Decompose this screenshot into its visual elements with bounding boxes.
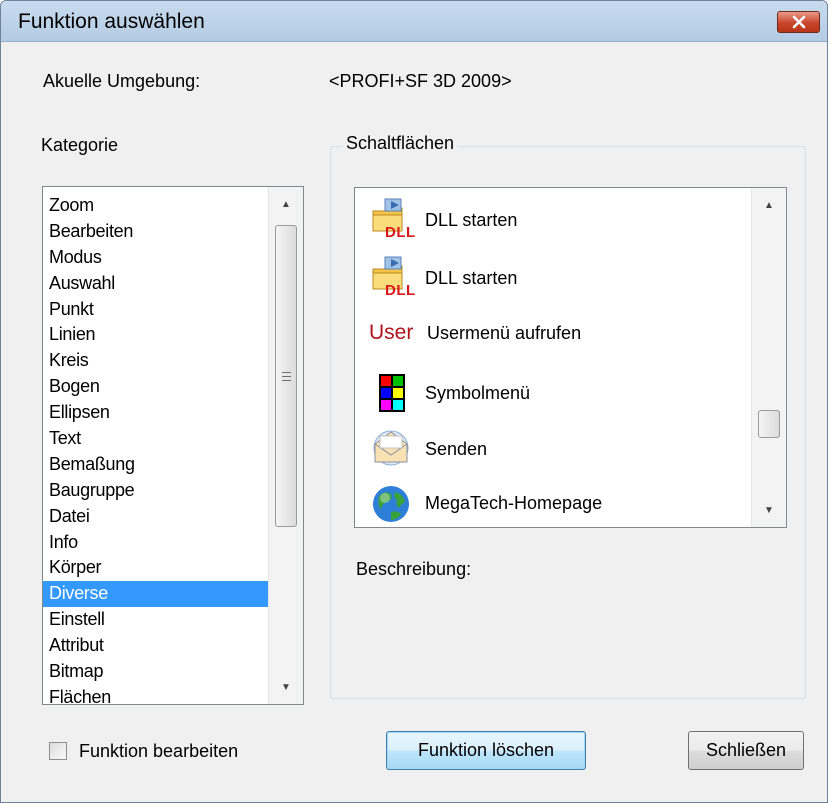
- list-item[interactable]: Auswahl: [43, 271, 269, 297]
- edit-function-checkbox[interactable]: [49, 742, 67, 760]
- list-item[interactable]: Info: [43, 530, 269, 556]
- list-item[interactable]: Einstell: [43, 607, 269, 633]
- list-item[interactable]: Attribut: [43, 633, 269, 659]
- list-item[interactable]: Modus: [43, 245, 269, 271]
- edit-function-label[interactable]: Funktion bearbeiten: [79, 741, 238, 762]
- scroll-down-button[interactable]: ▼: [269, 670, 303, 704]
- button-item-homepage[interactable]: MegaTech-Homepage: [369, 478, 603, 527]
- chevron-up-icon: ▲: [764, 199, 774, 211]
- title-bar[interactable]: Funktion auswählen: [1, 1, 827, 42]
- button-item-label: MegaTech-Homepage: [425, 492, 603, 513]
- chevron-up-icon: ▲: [281, 198, 291, 210]
- buttons-group-label: Schaltflächen: [342, 133, 459, 154]
- buttons-scrollbar[interactable]: ▲ ▼: [751, 188, 786, 527]
- buttons-listbox[interactable]: DLL DLL starten DLL DLL starten User Use…: [354, 187, 787, 528]
- list-item[interactable]: Datei: [43, 504, 269, 530]
- list-item[interactable]: Körper: [43, 555, 269, 581]
- button-item-symbolmenu[interactable]: Symbolmenü: [369, 368, 530, 418]
- window-title: Funktion auswählen: [18, 10, 205, 33]
- description-label: Beschreibung:: [356, 559, 472, 579]
- button-item-label: Symbolmenü: [425, 382, 531, 403]
- list-item[interactable]: Ellipsen: [43, 400, 269, 426]
- close-dialog-button[interactable]: Schließen: [688, 731, 804, 770]
- list-item[interactable]: Flächen: [43, 685, 269, 704]
- scroll-up-button[interactable]: ▲: [752, 188, 786, 222]
- category-scrollbar[interactable]: ▲ ▼: [268, 187, 303, 704]
- list-item[interactable]: Punkt: [43, 297, 269, 323]
- symbol-grid-icon: [369, 370, 413, 416]
- category-label: Kategorie: [41, 135, 119, 155]
- list-item[interactable]: Baugruppe: [43, 478, 269, 504]
- button-item-dll-2[interactable]: DLL DLL starten: [369, 253, 517, 303]
- list-item[interactable]: Text: [43, 426, 269, 452]
- button-item-senden[interactable]: Senden: [369, 424, 487, 474]
- button-item-label: Senden: [425, 438, 488, 459]
- button-item-usermenu[interactable]: User Usermenü aufrufen: [369, 308, 581, 358]
- envelope-icon: [369, 426, 413, 472]
- scroll-down-button[interactable]: ▼: [752, 493, 786, 527]
- globe-icon: [369, 480, 413, 526]
- environment-label: Akuelle Umgebung:: [43, 71, 201, 91]
- dll-icon: DLL: [369, 255, 415, 301]
- close-icon: [792, 15, 806, 29]
- list-item[interactable]: Zoom: [43, 193, 269, 219]
- user-icon: User: [369, 321, 414, 344]
- list-item[interactable]: Bemaßung: [43, 452, 269, 478]
- scroll-thumb[interactable]: [275, 225, 297, 527]
- list-item[interactable]: Bogen: [43, 374, 269, 400]
- button-item-label: DLL starten: [425, 209, 518, 230]
- button-item-label: DLL starten: [425, 267, 518, 288]
- category-listbox[interactable]: Zoom Bearbeiten Modus Auswahl Punkt Linien Kre…: [42, 186, 304, 705]
- chevron-down-icon: ▼: [764, 504, 774, 516]
- list-item[interactable]: Diverse: [43, 581, 269, 608]
- button-item-dll-1[interactable]: DLL DLL starten: [369, 195, 517, 245]
- scroll-thumb[interactable]: [758, 410, 780, 438]
- dll-icon: DLL: [369, 197, 415, 243]
- delete-function-button[interactable]: Funktion löschen: [386, 731, 586, 770]
- list-item[interactable]: Bitmap: [43, 659, 269, 685]
- button-item-label: Usermenü aufrufen: [427, 322, 582, 343]
- category-list: Zoom Bearbeiten Modus Auswahl Punkt Linien Kre…: [43, 193, 269, 704]
- close-button[interactable]: [777, 11, 820, 33]
- list-item[interactable]: Bearbeiten: [43, 219, 269, 245]
- environment-value: <PROFI+SF 3D 2009>: [329, 71, 512, 91]
- scroll-up-button[interactable]: ▲: [269, 187, 303, 221]
- dialog-window: Funktion auswählen Akuelle Umgebung: <PR…: [0, 0, 828, 803]
- list-item[interactable]: Linien: [43, 322, 269, 348]
- list-item[interactable]: Kreis: [43, 348, 269, 374]
- chevron-down-icon: ▼: [281, 681, 291, 693]
